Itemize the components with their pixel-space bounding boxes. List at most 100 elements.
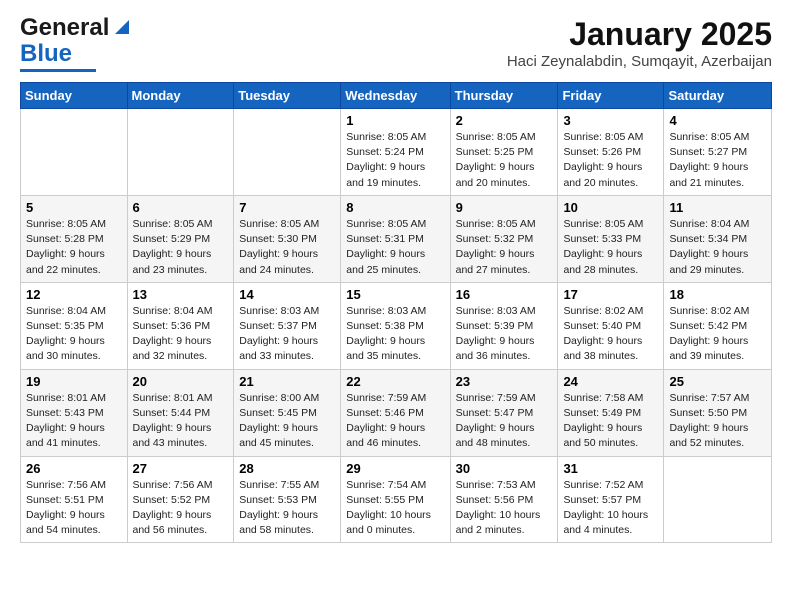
calendar-cell: 13 Sunrise: 8:04 AM Sunset: 5:36 PM Dayli… <box>127 282 234 369</box>
header-saturday: Saturday <box>664 83 772 109</box>
day-number: 30 <box>456 461 553 476</box>
calendar-cell: 12 Sunrise: 8:04 AM Sunset: 5:35 PM Dayli… <box>21 282 128 369</box>
calendar-cell: 4 Sunrise: 8:05 AM Sunset: 5:27 PM Daylig… <box>664 109 772 196</box>
day-number: 12 <box>26 287 122 302</box>
day-info: Sunrise: 7:53 AM Sunset: 5:56 PM Dayligh… <box>456 478 553 539</box>
day-info: Sunrise: 8:03 AM Sunset: 5:37 PM Dayligh… <box>239 304 335 365</box>
calendar-week-row: 5 Sunrise: 8:05 AM Sunset: 5:28 PM Daylig… <box>21 195 772 282</box>
day-info: Sunrise: 8:05 AM Sunset: 5:28 PM Dayligh… <box>26 217 122 278</box>
day-info: Sunrise: 8:05 AM Sunset: 5:25 PM Dayligh… <box>456 130 553 191</box>
calendar-cell: 24 Sunrise: 7:58 AM Sunset: 5:49 PM Dayli… <box>558 369 664 456</box>
day-number: 29 <box>346 461 444 476</box>
day-number: 10 <box>563 200 658 215</box>
day-info: Sunrise: 8:04 AM Sunset: 5:36 PM Dayligh… <box>133 304 229 365</box>
day-number: 22 <box>346 374 444 389</box>
page: General Blue January 2025 Haci Zeynalabd… <box>0 0 792 559</box>
day-info: Sunrise: 7:59 AM Sunset: 5:47 PM Dayligh… <box>456 391 553 452</box>
day-info: Sunrise: 8:02 AM Sunset: 5:40 PM Dayligh… <box>563 304 658 365</box>
day-number: 4 <box>669 113 766 128</box>
day-number: 6 <box>133 200 229 215</box>
calendar-header-row: Sunday Monday Tuesday Wednesday Thursday… <box>21 83 772 109</box>
day-number: 1 <box>346 113 444 128</box>
day-info: Sunrise: 8:00 AM Sunset: 5:45 PM Dayligh… <box>239 391 335 452</box>
day-number: 9 <box>456 200 553 215</box>
calendar-cell: 26Sunrise: 7:56 AM Sunset: 5:51 PM Dayli… <box>21 456 128 543</box>
day-info: Sunrise: 7:59 AM Sunset: 5:46 PM Dayligh… <box>346 391 444 452</box>
calendar-cell: 17 Sunrise: 8:02 AM Sunset: 5:40 PM Dayli… <box>558 282 664 369</box>
day-number: 3 <box>563 113 658 128</box>
day-info: Sunrise: 7:57 AM Sunset: 5:50 PM Dayligh… <box>669 391 766 452</box>
calendar-table: Sunday Monday Tuesday Wednesday Thursday… <box>20 82 772 543</box>
calendar-cell: 5 Sunrise: 8:05 AM Sunset: 5:28 PM Daylig… <box>21 195 128 282</box>
day-info: Sunrise: 7:52 AM Sunset: 5:57 PM Dayligh… <box>563 478 658 539</box>
header-monday: Monday <box>127 83 234 109</box>
calendar-cell: 3 Sunrise: 8:05 AM Sunset: 5:26 PM Daylig… <box>558 109 664 196</box>
day-number: 24 <box>563 374 658 389</box>
logo-underline <box>20 69 96 72</box>
calendar-cell: 19Sunrise: 8:01 AM Sunset: 5:43 PM Dayli… <box>21 369 128 456</box>
day-info: Sunrise: 8:05 AM Sunset: 5:29 PM Dayligh… <box>133 217 229 278</box>
logo: General Blue <box>20 16 133 72</box>
calendar-cell: 28Sunrise: 7:55 AM Sunset: 5:53 PM Dayli… <box>234 456 341 543</box>
day-info: Sunrise: 7:58 AM Sunset: 5:49 PM Dayligh… <box>563 391 658 452</box>
day-info: Sunrise: 8:03 AM Sunset: 5:39 PM Dayligh… <box>456 304 553 365</box>
day-number: 11 <box>669 200 766 215</box>
day-number: 16 <box>456 287 553 302</box>
day-info: Sunrise: 8:04 AM Sunset: 5:34 PM Dayligh… <box>669 217 766 278</box>
calendar-cell: 16 Sunrise: 8:03 AM Sunset: 5:39 PM Dayli… <box>450 282 558 369</box>
calendar-cell: 18Sunrise: 8:02 AM Sunset: 5:42 PM Dayli… <box>664 282 772 369</box>
calendar-cell: 27 Sunrise: 7:56 AM Sunset: 5:52 PM Dayli… <box>127 456 234 543</box>
calendar-cell: 2Sunrise: 8:05 AM Sunset: 5:25 PM Daylig… <box>450 109 558 196</box>
day-info: Sunrise: 8:05 AM Sunset: 5:30 PM Dayligh… <box>239 217 335 278</box>
calendar-cell: 1 Sunrise: 8:05 AM Sunset: 5:24 PM Daylig… <box>341 109 450 196</box>
calendar-cell: 7Sunrise: 8:05 AM Sunset: 5:30 PM Daylig… <box>234 195 341 282</box>
logo-blue: Blue <box>20 40 72 68</box>
header: General Blue January 2025 Haci Zeynalabd… <box>20 16 772 72</box>
day-info: Sunrise: 7:56 AM Sunset: 5:52 PM Dayligh… <box>133 478 229 539</box>
calendar-cell: 22 Sunrise: 7:59 AM Sunset: 5:46 PM Dayli… <box>341 369 450 456</box>
day-number: 26 <box>26 461 122 476</box>
day-number: 21 <box>239 374 335 389</box>
calendar-cell: 23Sunrise: 7:59 AM Sunset: 5:47 PM Dayli… <box>450 369 558 456</box>
day-info: Sunrise: 7:54 AM Sunset: 5:55 PM Dayligh… <box>346 478 444 539</box>
day-number: 5 <box>26 200 122 215</box>
calendar-cell <box>127 109 234 196</box>
header-sunday: Sunday <box>21 83 128 109</box>
day-number: 27 <box>133 461 229 476</box>
calendar-cell: 25 Sunrise: 7:57 AM Sunset: 5:50 PM Dayli… <box>664 369 772 456</box>
calendar-cell: 29 Sunrise: 7:54 AM Sunset: 5:55 PM Dayli… <box>341 456 450 543</box>
calendar-week-row: 12 Sunrise: 8:04 AM Sunset: 5:35 PM Dayli… <box>21 282 772 369</box>
header-friday: Friday <box>558 83 664 109</box>
day-info: Sunrise: 8:02 AM Sunset: 5:42 PM Dayligh… <box>669 304 766 365</box>
day-info: Sunrise: 8:05 AM Sunset: 5:31 PM Dayligh… <box>346 217 444 278</box>
calendar-cell: 9 Sunrise: 8:05 AM Sunset: 5:32 PM Daylig… <box>450 195 558 282</box>
day-info: Sunrise: 8:05 AM Sunset: 5:32 PM Dayligh… <box>456 217 553 278</box>
day-number: 19 <box>26 374 122 389</box>
day-info: Sunrise: 8:04 AM Sunset: 5:35 PM Dayligh… <box>26 304 122 365</box>
header-thursday: Thursday <box>450 83 558 109</box>
day-info: Sunrise: 8:05 AM Sunset: 5:27 PM Dayligh… <box>669 130 766 191</box>
calendar-cell <box>21 109 128 196</box>
title-block: January 2025 Haci Zeynalabdin, Sumqayit,… <box>507 16 772 70</box>
calendar-week-row: 26Sunrise: 7:56 AM Sunset: 5:51 PM Dayli… <box>21 456 772 543</box>
calendar-subtitle: Haci Zeynalabdin, Sumqayit, Azerbaijan <box>507 53 772 70</box>
day-info: Sunrise: 8:05 AM Sunset: 5:24 PM Dayligh… <box>346 130 444 191</box>
day-number: 17 <box>563 287 658 302</box>
day-info: Sunrise: 8:05 AM Sunset: 5:26 PM Dayligh… <box>563 130 658 191</box>
day-number: 25 <box>669 374 766 389</box>
day-info: Sunrise: 8:03 AM Sunset: 5:38 PM Dayligh… <box>346 304 444 365</box>
calendar-cell <box>664 456 772 543</box>
calendar-cell: 10 Sunrise: 8:05 AM Sunset: 5:33 PM Dayli… <box>558 195 664 282</box>
logo-general: General <box>20 16 109 40</box>
day-number: 14 <box>239 287 335 302</box>
calendar-week-row: 1 Sunrise: 8:05 AM Sunset: 5:24 PM Daylig… <box>21 109 772 196</box>
header-tuesday: Tuesday <box>234 83 341 109</box>
day-number: 20 <box>133 374 229 389</box>
calendar-cell: 11 Sunrise: 8:04 AM Sunset: 5:34 PM Dayli… <box>664 195 772 282</box>
calendar-week-row: 19Sunrise: 8:01 AM Sunset: 5:43 PM Dayli… <box>21 369 772 456</box>
day-number: 31 <box>563 461 658 476</box>
logo-triangle-icon <box>111 16 133 38</box>
day-info: Sunrise: 7:55 AM Sunset: 5:53 PM Dayligh… <box>239 478 335 539</box>
day-number: 13 <box>133 287 229 302</box>
day-info: Sunrise: 8:05 AM Sunset: 5:33 PM Dayligh… <box>563 217 658 278</box>
